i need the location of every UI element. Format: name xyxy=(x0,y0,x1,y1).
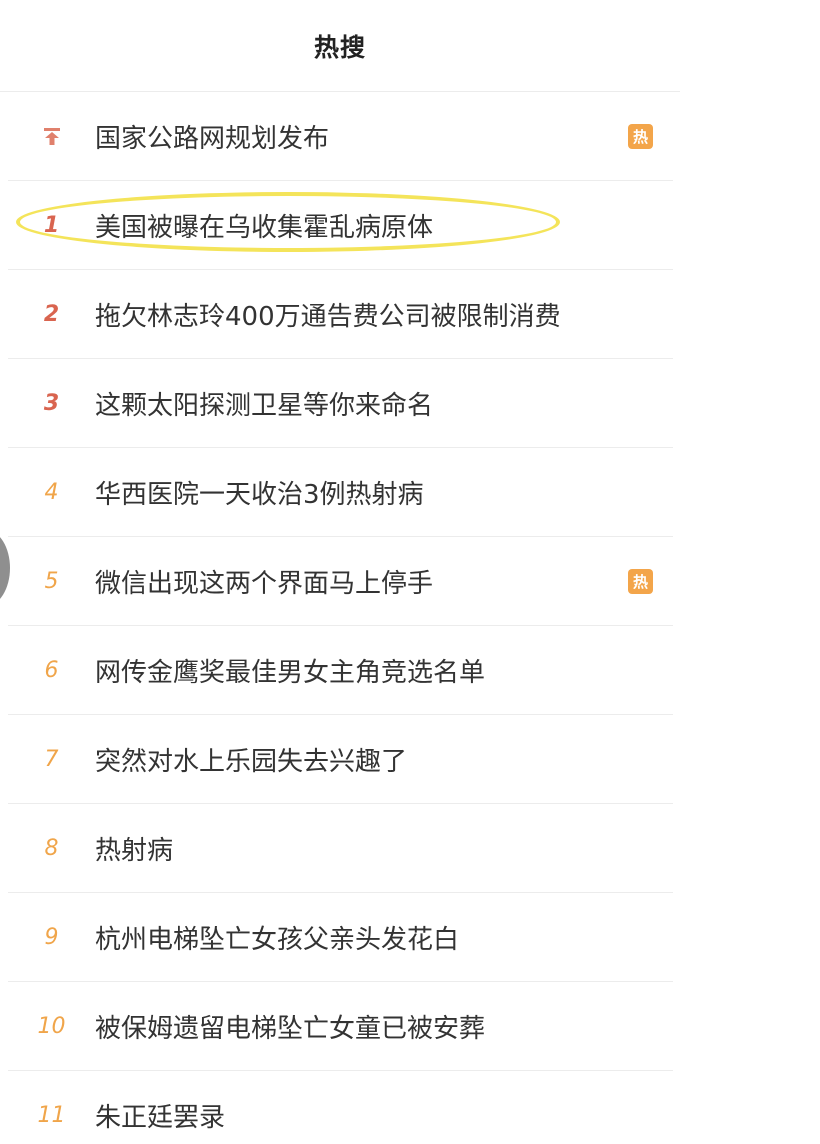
list-item-pinned[interactable]: 国家公路网规划发布 热 xyxy=(8,92,673,181)
list-item[interactable]: 3 这颗太阳探测卫星等你来命名 xyxy=(8,359,673,448)
list-item[interactable]: 4 华西医院一天收治3例热射病 xyxy=(8,448,673,537)
list-item[interactable]: 7 突然对水上乐园失去兴趣了 xyxy=(8,715,673,804)
list-item-title: 拖欠林志玲400万通告费公司被限制消费 xyxy=(95,301,561,332)
hot-search-list: 国家公路网规划发布 热 1 美国被曝在乌收集霍乱病原体 2 拖欠林志玲400万通告费公… xyxy=(8,92,673,1144)
list-item-title: 美国被曝在乌收集霍乱病原体 xyxy=(95,212,434,243)
list-item-title: 华西医院一天收治3例热射病 xyxy=(95,479,424,510)
rank-number: 7 xyxy=(44,746,59,772)
rank-number: 4 xyxy=(44,479,59,505)
list-item[interactable]: 9 杭州电梯坠亡女孩父亲头发花白 xyxy=(8,893,673,982)
rank-number: 3 xyxy=(43,390,60,416)
hot-badge: 热 xyxy=(628,568,653,594)
list-item-title: 国家公路网规划发布 xyxy=(95,123,330,154)
list-item[interactable]: 10 被保姆遗留电梯坠亡女童已被安葬 xyxy=(8,982,673,1071)
pin-top-icon xyxy=(8,126,95,146)
rank-number: 6 xyxy=(44,657,59,683)
rank-number: 9 xyxy=(44,924,59,950)
list-item[interactable]: 11 朱正廷罢录 xyxy=(8,1071,673,1144)
list-item[interactable]: 8 热射病 xyxy=(8,804,673,893)
list-item-title: 突然对水上乐园失去兴趣了 xyxy=(95,746,408,777)
list-item-title: 被保姆遗留电梯坠亡女童已被安葬 xyxy=(95,1013,486,1044)
list-item-title: 微信出现这两个界面马上停手 xyxy=(95,568,434,599)
page-header: 热搜 xyxy=(0,0,680,92)
list-item-title: 这颗太阳探测卫星等你来命名 xyxy=(95,390,434,421)
rank-number: 8 xyxy=(44,835,59,861)
list-item[interactable]: 5 微信出现这两个界面马上停手 热 xyxy=(8,537,673,626)
hot-badge: 热 xyxy=(628,123,653,149)
rank-number: 11 xyxy=(37,1102,66,1128)
hot-search-page: 热搜 国家公路网规划发布 热 1 美国被曝在乌收集霍乱病原体 2 拖欠林志玲400万通… xyxy=(0,0,820,1144)
rank-number: 5 xyxy=(44,568,59,594)
list-item[interactable]: 2 拖欠林志玲400万通告费公司被限制消费 xyxy=(8,270,673,359)
rank-number: 10 xyxy=(37,1013,66,1039)
rank-number: 1 xyxy=(43,212,60,238)
list-item-title: 热射病 xyxy=(95,835,174,866)
page-title: 热搜 xyxy=(313,32,366,62)
list-item[interactable]: 1 美国被曝在乌收集霍乱病原体 xyxy=(8,181,673,270)
rank-number: 2 xyxy=(43,301,60,327)
list-item-title: 网传金鹰奖最佳男女主角竞选名单 xyxy=(95,657,486,688)
list-item[interactable]: 6 网传金鹰奖最佳男女主角竞选名单 xyxy=(8,626,673,715)
list-item-title: 杭州电梯坠亡女孩父亲头发花白 xyxy=(95,924,460,955)
list-item-title: 朱正廷罢录 xyxy=(95,1102,226,1133)
